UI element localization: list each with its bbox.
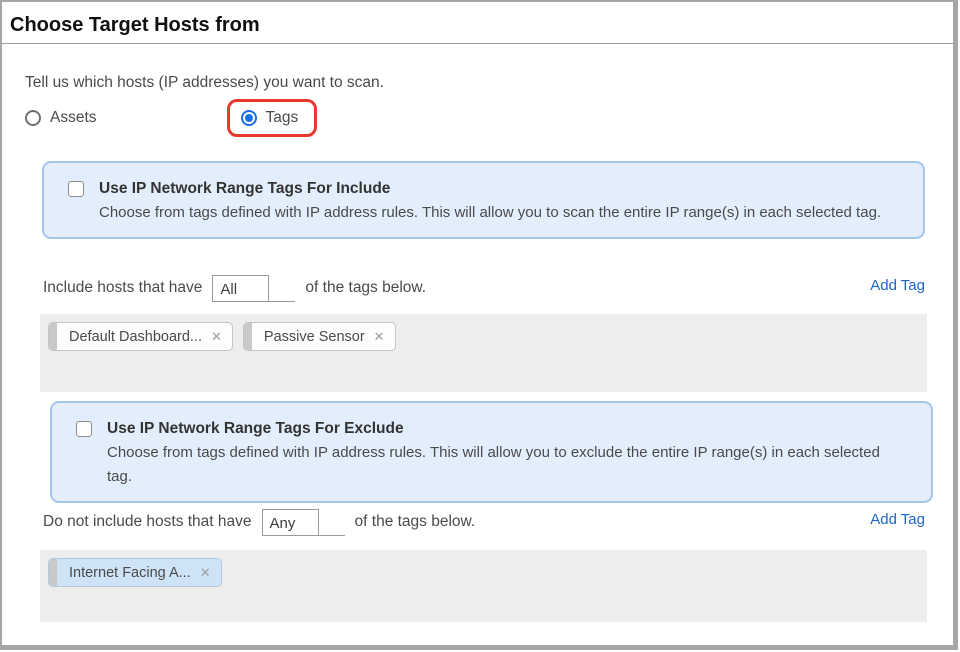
- intro-text: Tell us which hosts (IP addresses) you w…: [25, 74, 953, 92]
- chip-grip-icon[interactable]: [49, 558, 57, 587]
- exclude-operator-combobox[interactable]: Any: [262, 509, 345, 536]
- page-title: Choose Target Hosts from: [10, 14, 953, 36]
- exclude-operator-value[interactable]: Any: [262, 509, 319, 535]
- remove-tag-icon[interactable]: ✕: [200, 558, 221, 587]
- tags-radio-icon[interactable]: [241, 110, 257, 126]
- remove-tag-icon[interactable]: ✕: [211, 322, 232, 351]
- radio-option-assets[interactable]: Assets: [25, 109, 97, 127]
- red-highlight-annotation: Tags: [227, 99, 318, 137]
- tag-chip-internet-facing[interactable]: Internet Facing A... ✕: [48, 558, 222, 587]
- remove-tag-icon[interactable]: ✕: [374, 322, 395, 351]
- exclude-info-content: Use IP Network Range Tags For Exclude Ch…: [107, 418, 897, 489]
- include-info-description: Choose from tags defined with IP address…: [99, 201, 881, 225]
- title-divider: [2, 43, 953, 44]
- radio-option-tags[interactable]: Tags: [241, 109, 299, 127]
- include-rule-suffix: of the tags below.: [305, 279, 426, 297]
- include-tags-rule-row: Include hosts that have All of the tags …: [43, 274, 925, 302]
- exclude-tags-panel: Internet Facing A... ✕: [40, 550, 927, 622]
- tag-chip-label: Default Dashboard...: [57, 329, 211, 345]
- exclude-network-range-checkbox[interactable]: [76, 421, 92, 437]
- tags-radio-label: Tags: [266, 109, 299, 127]
- assets-radio-label: Assets: [50, 109, 97, 127]
- chip-grip-icon[interactable]: [49, 322, 57, 351]
- include-rule-prefix: Include hosts that have: [43, 279, 202, 297]
- exclude-tags-rule-row: Do not include hosts that have Any of th…: [43, 508, 925, 536]
- tag-chip-label: Passive Sensor: [252, 329, 374, 345]
- tag-chip-default-dashboard[interactable]: Default Dashboard... ✕: [48, 322, 233, 351]
- exclude-network-range-info-box: Use IP Network Range Tags For Exclude Ch…: [50, 401, 933, 503]
- chip-grip-icon[interactable]: [244, 322, 252, 351]
- exclude-info-title: Use IP Network Range Tags For Exclude: [107, 418, 897, 439]
- exclude-rule-suffix: of the tags below.: [355, 513, 476, 531]
- assets-radio-icon[interactable]: [25, 110, 41, 126]
- include-info-content: Use IP Network Range Tags For Include Ch…: [99, 178, 881, 225]
- include-network-range-info-box: Use IP Network Range Tags For Include Ch…: [42, 161, 925, 239]
- include-operator-value[interactable]: All: [212, 275, 269, 301]
- exclude-info-description: Choose from tags defined with IP address…: [107, 441, 897, 489]
- include-operator-combobox[interactable]: All: [212, 275, 295, 302]
- tag-chip-passive-sensor[interactable]: Passive Sensor ✕: [243, 322, 396, 351]
- exclude-add-tag-link[interactable]: Add Tag: [870, 511, 925, 528]
- include-add-tag-link[interactable]: Add Tag: [870, 277, 925, 294]
- dialog-panel: Choose Target Hosts from Tell us which h…: [0, 0, 958, 650]
- include-tags-panel: Default Dashboard... ✕ Passive Sensor ✕: [40, 314, 927, 392]
- tag-chip-label: Internet Facing A...: [57, 565, 200, 581]
- include-network-range-checkbox[interactable]: [68, 181, 84, 197]
- exclude-rule-prefix: Do not include hosts that have: [43, 513, 252, 531]
- target-source-radio-group: Assets Tags: [25, 96, 953, 140]
- include-info-title: Use IP Network Range Tags For Include: [99, 178, 881, 199]
